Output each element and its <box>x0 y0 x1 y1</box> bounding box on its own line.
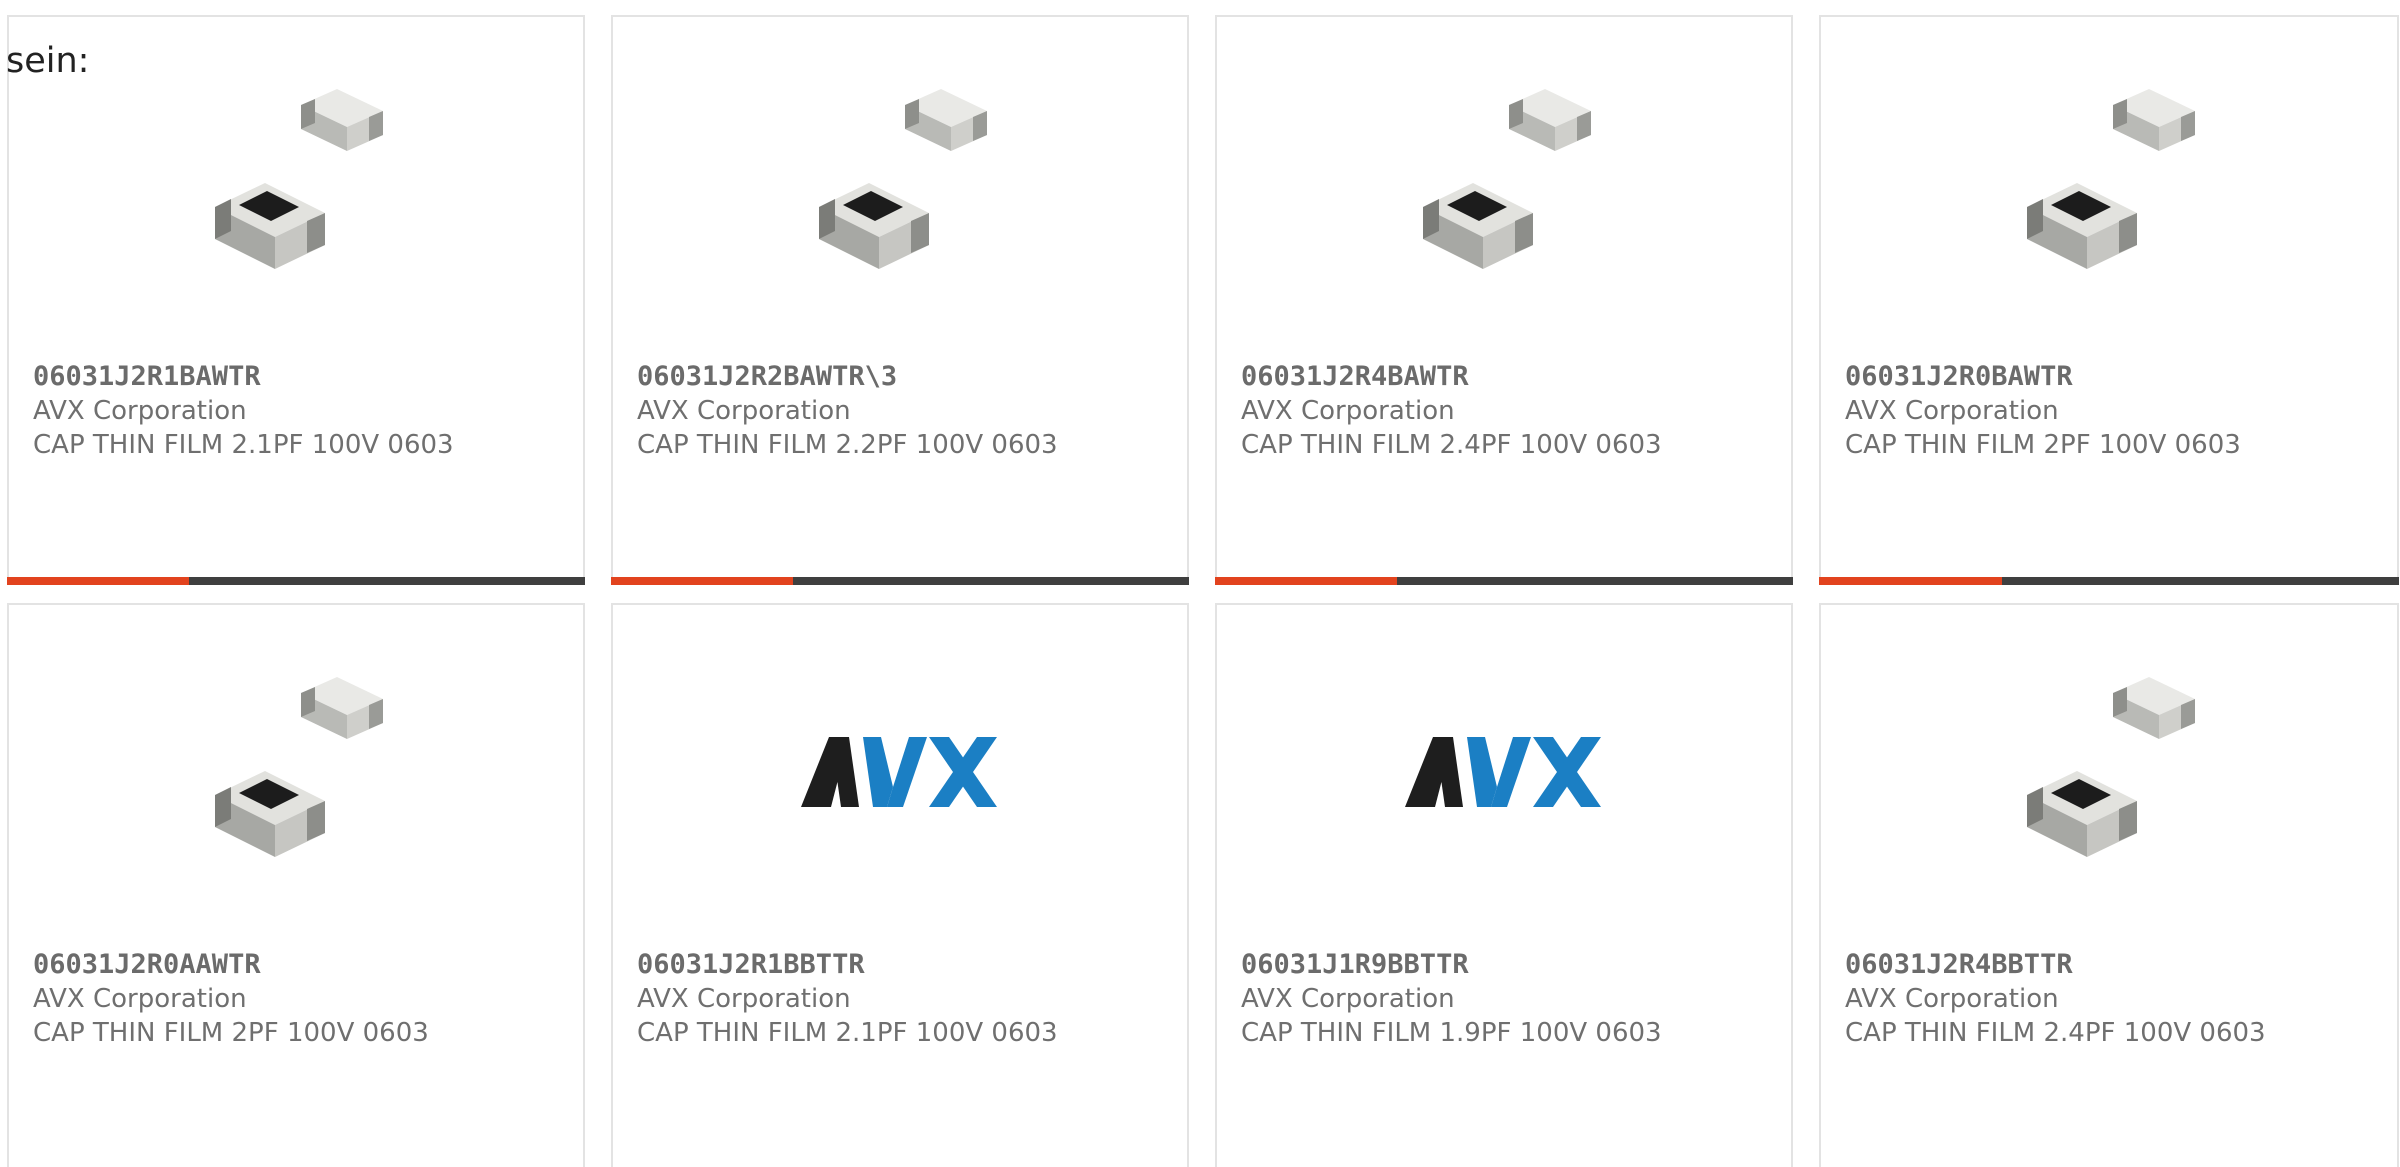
product-thumbnail[interactable] <box>193 79 403 289</box>
product-info: 06031J2R4BAWTR AVX Corporation CAP THIN FI… <box>1241 359 1781 462</box>
product-thumbnail[interactable] <box>797 79 1007 289</box>
product-card[interactable]: 06031J2R1BAWTR AVX Corporation CAP THIN FI… <box>7 15 585 585</box>
product-card[interactable]: 06031J2R2BAWTR\3 AVX Corporation CAP THIN … <box>611 15 1189 585</box>
product-card[interactable]: 06031J2R1BBTTR AVX Corporation CAP THIN FI… <box>611 603 1189 1167</box>
product-info: 06031J2R4BBTTR AVX Corporation CAP THIN FI… <box>1845 947 2387 1050</box>
manufacturer-name: AVX Corporation <box>1241 984 1455 1014</box>
product-thumbnail[interactable] <box>797 667 1007 877</box>
card-hover-bar <box>611 577 1189 585</box>
manufacturer-name: AVX Corporation <box>637 984 851 1014</box>
product-thumbnail[interactable] <box>193 667 403 877</box>
chip-capacitor-image <box>2005 667 2215 877</box>
product-card[interactable]: 06031J2R4BBTTR AVX Corporation CAP THIN FI… <box>1819 603 2399 1167</box>
manufacturer-name: AVX Corporation <box>1241 396 1455 426</box>
product-info: 06031J2R0BAWTR AVX Corporation CAP THIN FI… <box>1845 359 2387 462</box>
card-hover-bar <box>7 577 585 585</box>
intro-text: sein: <box>6 41 90 81</box>
part-number[interactable]: 06031J1R9BBTTR <box>1241 947 1781 982</box>
product-description: CAP THIN FILM 2PF 100V 0603 <box>1845 430 2241 460</box>
product-card[interactable]: 06031J2R0BAWTR AVX Corporation CAP THIN FI… <box>1819 15 2399 585</box>
avx-logo-image <box>797 667 1007 877</box>
product-info: 06031J2R2BAWTR\3 AVX Corporation CAP THIN … <box>637 359 1177 462</box>
part-number[interactable]: 06031J2R4BBTTR <box>1845 947 2387 982</box>
dark-segment <box>793 577 1189 585</box>
product-grid: 06031J2R1BAWTR AVX Corporation CAP THIN FI… <box>7 15 2399 1167</box>
part-number[interactable]: 06031J2R1BAWTR <box>33 359 573 394</box>
avx-logo-image <box>1401 667 1611 877</box>
chip-capacitor-image <box>1401 79 1611 289</box>
part-number[interactable]: 06031J2R0BAWTR <box>1845 359 2387 394</box>
product-thumbnail[interactable] <box>2005 667 2215 877</box>
product-card[interactable]: 06031J2R4BAWTR AVX Corporation CAP THIN FI… <box>1215 15 1793 585</box>
chip-capacitor-image <box>797 79 1007 289</box>
part-number[interactable]: 06031J2R1BBTTR <box>637 947 1177 982</box>
card-hover-bar <box>1819 577 2399 585</box>
accent-segment <box>611 577 794 585</box>
product-listing-page: sein: 06031J2R1BAWTR AVX Corporation CAP T… <box>0 0 2400 1167</box>
product-description: CAP THIN FILM 2.1PF 100V 0603 <box>33 430 454 460</box>
accent-segment <box>1215 577 1398 585</box>
manufacturer-name: AVX Corporation <box>1845 984 2059 1014</box>
product-info: 06031J2R1BAWTR AVX Corporation CAP THIN FI… <box>33 359 573 462</box>
product-thumbnail[interactable] <box>1401 667 1611 877</box>
product-thumbnail[interactable] <box>2005 79 2215 289</box>
product-description: CAP THIN FILM 2.1PF 100V 0603 <box>637 1018 1058 1048</box>
product-description: CAP THIN FILM 2.4PF 100V 0603 <box>1845 1018 2266 1048</box>
part-number[interactable]: 06031J2R0AAWTR <box>33 947 573 982</box>
card-hover-bar <box>1215 577 1793 585</box>
product-card[interactable]: 06031J2R0AAWTR AVX Corporation CAP THIN FI… <box>7 603 585 1167</box>
dark-segment <box>189 577 585 585</box>
product-description: CAP THIN FILM 2.4PF 100V 0603 <box>1241 430 1662 460</box>
chip-capacitor-image <box>193 79 403 289</box>
accent-segment <box>1819 577 2002 585</box>
part-number[interactable]: 06031J2R2BAWTR\3 <box>637 359 1177 394</box>
product-description: CAP THIN FILM 1.9PF 100V 0603 <box>1241 1018 1662 1048</box>
chip-capacitor-image <box>193 667 403 877</box>
dark-segment <box>1397 577 1793 585</box>
product-info: 06031J2R1BBTTR AVX Corporation CAP THIN FI… <box>637 947 1177 1050</box>
product-info: 06031J1R9BBTTR AVX Corporation CAP THIN FI… <box>1241 947 1781 1050</box>
dark-segment <box>2001 577 2399 585</box>
chip-capacitor-image <box>2005 79 2215 289</box>
manufacturer-name: AVX Corporation <box>33 396 247 426</box>
product-info: 06031J2R0AAWTR AVX Corporation CAP THIN FI… <box>33 947 573 1050</box>
product-thumbnail[interactable] <box>1401 79 1611 289</box>
accent-segment <box>7 577 190 585</box>
part-number[interactable]: 06031J2R4BAWTR <box>1241 359 1781 394</box>
manufacturer-name: AVX Corporation <box>33 984 247 1014</box>
product-card[interactable]: 06031J1R9BBTTR AVX Corporation CAP THIN FI… <box>1215 603 1793 1167</box>
product-description: CAP THIN FILM 2.2PF 100V 0603 <box>637 430 1058 460</box>
manufacturer-name: AVX Corporation <box>637 396 851 426</box>
manufacturer-name: AVX Corporation <box>1845 396 2059 426</box>
product-description: CAP THIN FILM 2PF 100V 0603 <box>33 1018 429 1048</box>
